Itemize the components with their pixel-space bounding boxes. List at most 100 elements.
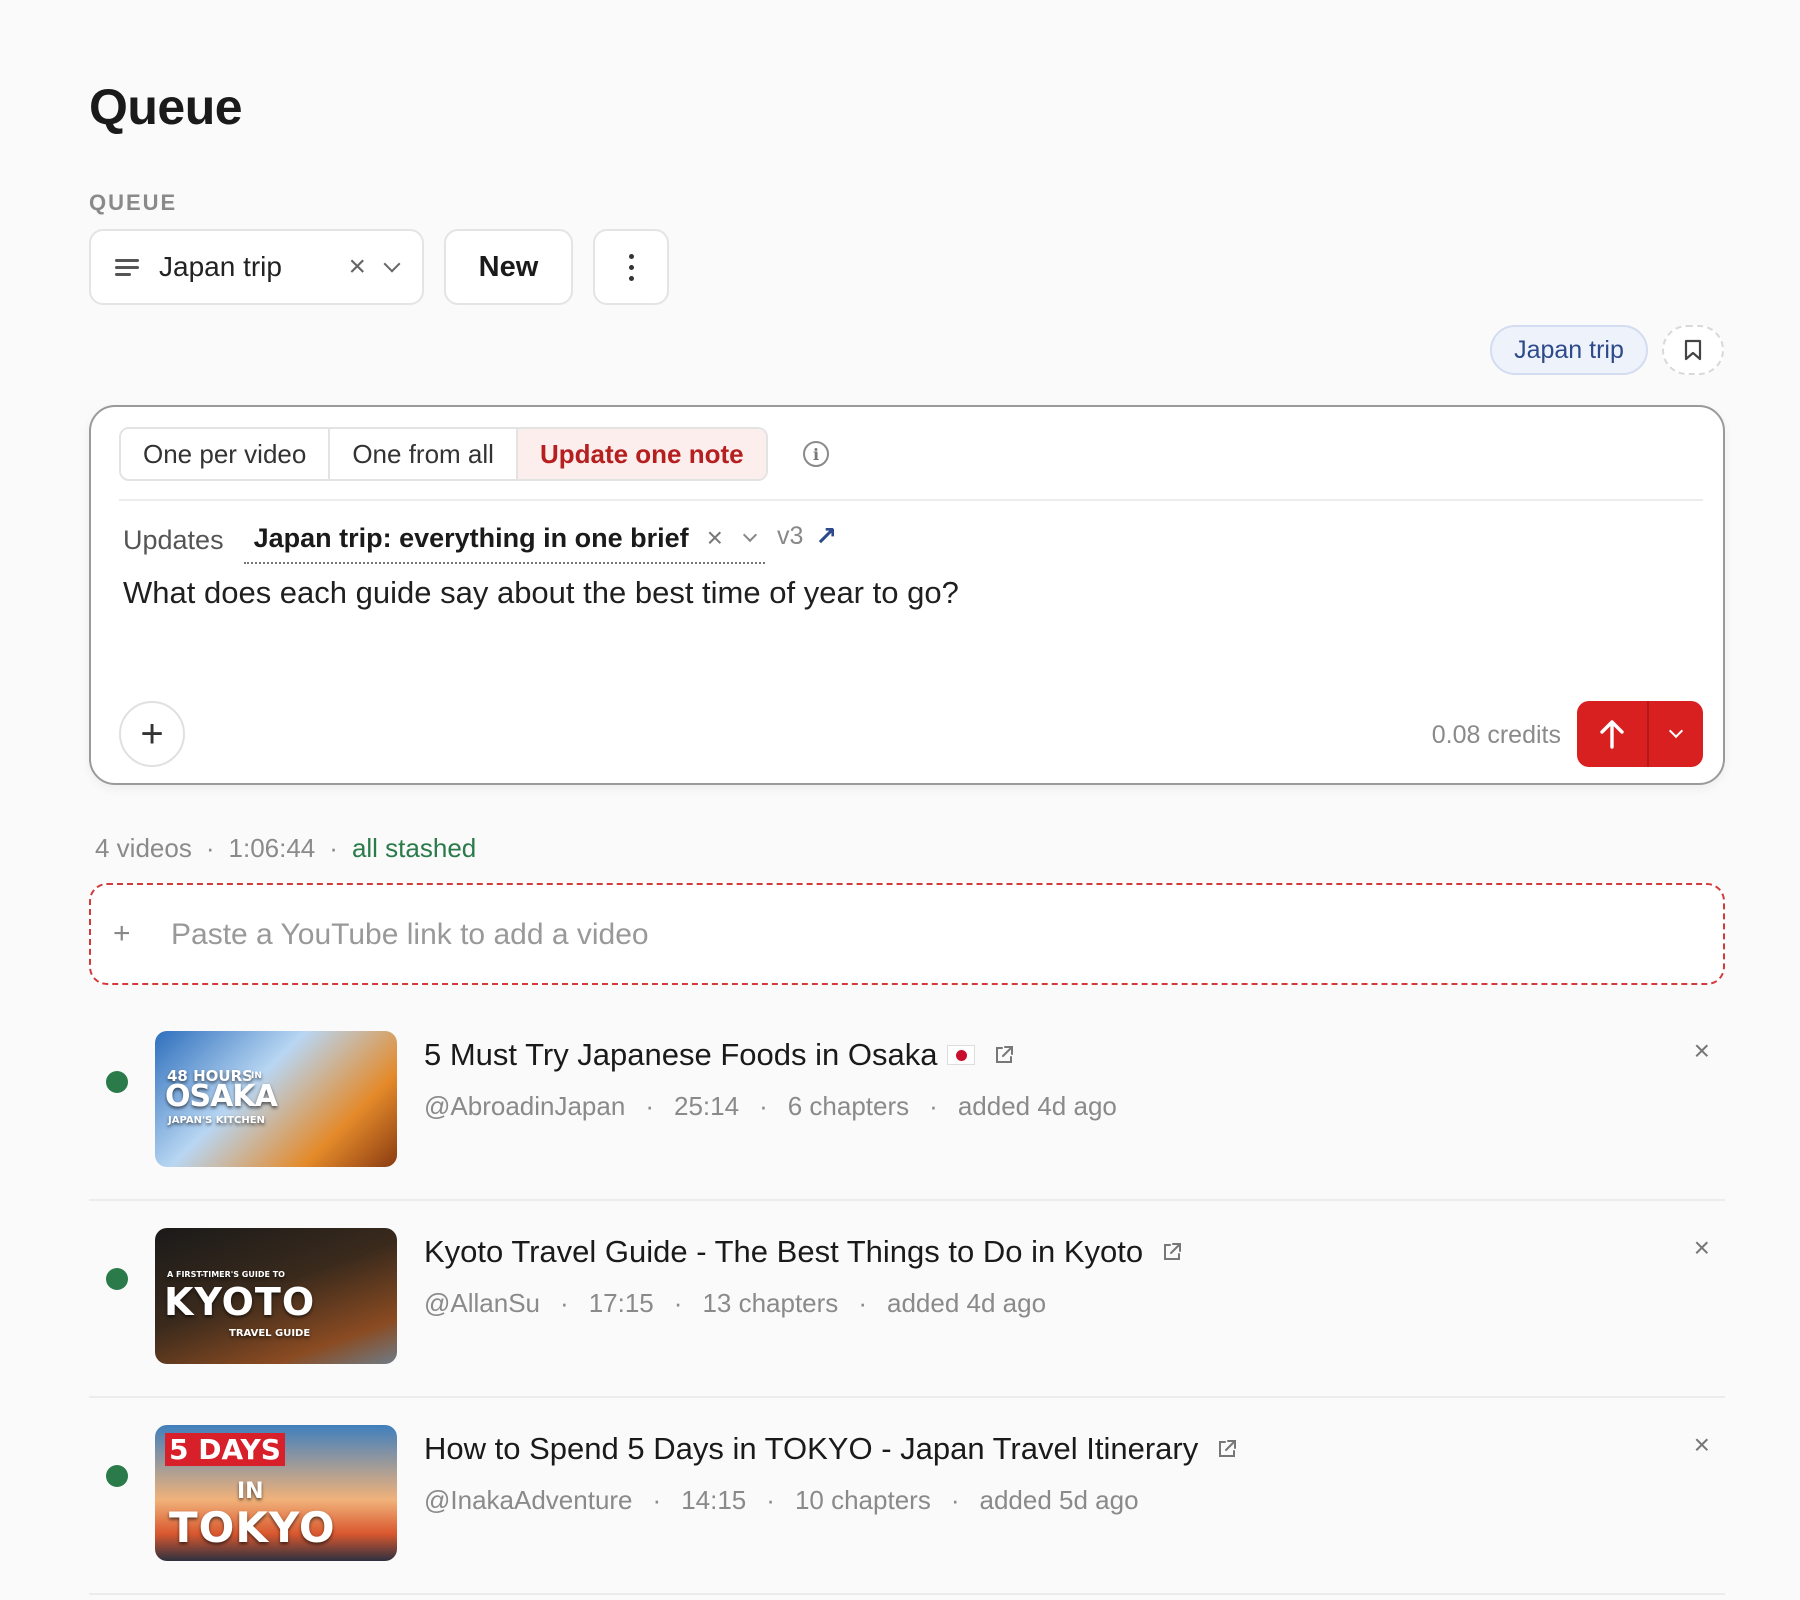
video-title-text: How to Spend 5 Days in TOKYO - Japan Tra… <box>424 1431 1199 1466</box>
tab-update-one-note[interactable]: Update one note <box>517 429 766 479</box>
separator: · <box>560 1288 569 1318</box>
note-picker[interactable]: Japan trip: everything in one brief × <box>243 522 766 564</box>
thumbnail-text: JAPAN'S KITCHEN <box>168 1115 265 1126</box>
video-thumbnail[interactable]: A FIRST-TIMER'S GUIDE TO KYOTO TRAVEL GU… <box>155 1228 397 1364</box>
channel: @InakaAdventure <box>424 1485 633 1515</box>
thumbnail-text: 5 DAYS <box>165 1433 285 1466</box>
chevron-down-icon[interactable] <box>383 255 401 273</box>
tab-one-from-all[interactable]: One from all <box>330 429 518 479</box>
thumbnail-text: TRAVEL GUIDE <box>229 1328 311 1339</box>
chevron-down-icon[interactable] <box>742 527 758 543</box>
clear-note-icon[interactable]: × <box>707 524 723 552</box>
dot-icon <box>628 253 634 259</box>
tab-one-per-video[interactable]: One per video <box>121 429 331 479</box>
add-video-dropzone[interactable]: + <box>89 883 1725 985</box>
remove-video-icon[interactable]: × <box>1694 1234 1710 1262</box>
queue-select[interactable]: Japan trip × <box>89 229 424 305</box>
separator: · <box>929 1091 938 1121</box>
send-button-group <box>1577 701 1703 767</box>
composer-divider <box>119 499 1703 501</box>
video-title[interactable]: 5 Must Try Japanese Foods in Osaka <box>424 1037 1015 1073</box>
external-link-icon[interactable] <box>993 1044 1015 1066</box>
clear-queue-icon[interactable]: × <box>348 252 366 282</box>
chevron-down-icon <box>1668 723 1684 739</box>
queue-stats: 4 videos · 1:06:44 · all stashed <box>95 833 476 864</box>
video-row[interactable]: 48 HOURS IN OSAKA JAPAN'S KITCHEN 5 Must… <box>89 1031 1725 1201</box>
video-thumbnail[interactable]: 48 HOURS IN OSAKA JAPAN'S KITCHEN <box>155 1031 397 1167</box>
chapters: 13 chapters <box>702 1288 839 1318</box>
updates-label: Updates <box>123 524 224 555</box>
video-thumbnail[interactable]: 5 DAYS IN TOKYO <box>155 1425 397 1561</box>
thumbnail-text: OSAKA <box>165 1079 278 1114</box>
list-icon <box>115 257 139 277</box>
dot-icon <box>628 275 634 281</box>
channel: @AllanSu <box>424 1288 541 1318</box>
status-dot <box>106 1268 128 1290</box>
added-time: added 4d ago <box>886 1288 1047 1318</box>
note-version: v3 <box>777 521 804 550</box>
thumbnail-text: KYOTO <box>164 1280 316 1324</box>
queue-select-value: Japan trip <box>159 251 282 282</box>
separator: · <box>950 1485 960 1515</box>
note-title: Japan trip: everything in one brief <box>253 522 689 553</box>
added-time: added 5d ago <box>979 1485 1139 1515</box>
separator: · <box>205 833 215 863</box>
thumbnail-text: A FIRST-TIMER'S GUIDE TO <box>167 1270 285 1279</box>
remove-video-icon[interactable]: × <box>1694 1037 1710 1065</box>
video-title[interactable]: How to Spend 5 Days in TOKYO - Japan Tra… <box>424 1431 1238 1467</box>
queue-section-label: QUEUE <box>89 190 178 215</box>
chapters: 6 chapters <box>787 1091 910 1121</box>
plus-icon: + <box>113 917 131 950</box>
video-meta: @AllanSu · 17:15 · 13 chapters · added 4… <box>424 1288 1046 1319</box>
duration: 25:14 <box>673 1091 740 1121</box>
added-time: added 4d ago <box>957 1091 1117 1121</box>
video-title-text: 5 Must Try Japanese Foods in Osaka <box>424 1037 938 1072</box>
chapters: 10 chapters <box>794 1485 931 1515</box>
separator: · <box>673 1288 683 1318</box>
arrow-up-icon <box>1600 720 1624 749</box>
page-title: Queue <box>89 79 243 135</box>
external-link-icon[interactable] <box>1161 1241 1183 1263</box>
attach-button[interactable]: + <box>119 701 185 767</box>
new-queue-button[interactable]: New <box>444 229 573 305</box>
status-dot <box>106 1071 128 1093</box>
info-icon[interactable]: i <box>803 441 829 467</box>
tag-chip[interactable]: Japan trip <box>1490 325 1648 375</box>
youtube-link-input[interactable] <box>171 910 1571 960</box>
updates-row: Updates Japan trip: everything in one br… <box>123 517 837 564</box>
video-row[interactable]: 5 DAYS IN TOKYO How to Spend 5 Days in T… <box>89 1425 1725 1595</box>
composer-card: One per video One from all Update one no… <box>89 405 1725 785</box>
credits-label: 0.08 credits <box>1431 721 1561 749</box>
open-note-icon[interactable]: ↗ <box>815 521 837 552</box>
separator: · <box>759 1091 768 1121</box>
thumbnail-text: TOKYO <box>169 1503 336 1552</box>
mode-tabs: One per video One from all Update one no… <box>119 427 768 481</box>
more-options-button[interactable] <box>593 229 669 305</box>
send-button[interactable] <box>1577 701 1649 767</box>
channel: @AbroadinJapan <box>424 1091 626 1121</box>
bookmark-icon <box>1684 339 1702 361</box>
thumbnail-text: IN <box>237 1479 264 1504</box>
stash-status: all stashed <box>351 833 477 863</box>
remove-video-icon[interactable]: × <box>1694 1431 1710 1459</box>
japan-flag-icon <box>947 1045 976 1065</box>
total-duration: 1:06:44 <box>228 833 316 863</box>
bookmark-button[interactable] <box>1662 325 1724 375</box>
video-meta: @InakaAdventure · 14:15 · 10 chapters · … <box>424 1485 1139 1516</box>
separator: · <box>652 1485 662 1515</box>
separator: · <box>766 1485 775 1515</box>
duration: 14:15 <box>681 1485 747 1515</box>
video-title[interactable]: Kyoto Travel Guide - The Best Things to … <box>424 1234 1183 1270</box>
status-dot <box>106 1465 128 1487</box>
video-row[interactable]: A FIRST-TIMER'S GUIDE TO KYOTO TRAVEL GU… <box>89 1228 1725 1398</box>
video-count: 4 videos <box>95 833 192 863</box>
dot-icon <box>628 264 634 270</box>
video-title-text: Kyoto Travel Guide - The Best Things to … <box>424 1234 1144 1269</box>
separator: · <box>645 1091 654 1121</box>
separator: · <box>329 833 338 863</box>
separator: · <box>858 1288 867 1318</box>
send-options-button[interactable] <box>1649 701 1703 767</box>
external-link-icon[interactable] <box>1216 1438 1238 1460</box>
duration: 17:15 <box>588 1288 654 1318</box>
prompt-input[interactable]: What does each guide say about the best … <box>123 575 959 611</box>
